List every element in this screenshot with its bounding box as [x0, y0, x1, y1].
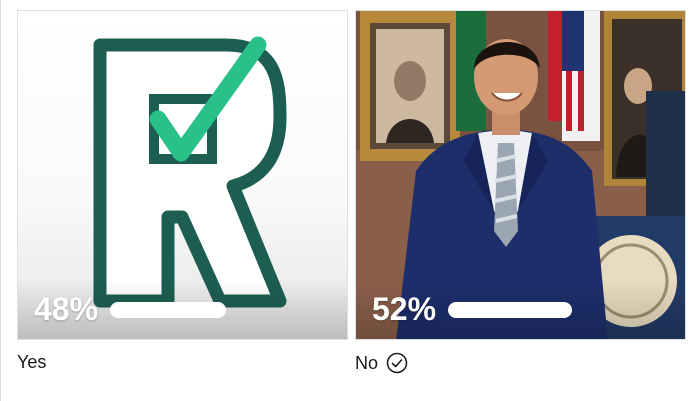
progress-bar: [448, 302, 572, 318]
progress-bar: [110, 302, 226, 318]
poll-option-no[interactable]: 52%: [355, 10, 686, 340]
option-label-yes[interactable]: Yes: [17, 352, 46, 373]
progress-fill: [448, 302, 572, 318]
left-divider: [0, 0, 1, 401]
percent-label: 52%: [372, 290, 437, 327]
option-label-no[interactable]: No: [355, 352, 408, 374]
option-label-text: No: [355, 352, 379, 373]
progress-fill: [110, 302, 226, 318]
result-bar-yes: 48%: [18, 279, 347, 339]
check-circle-icon: [386, 352, 408, 374]
percent-label: 48%: [34, 290, 99, 327]
result-bar-no: 52%: [356, 279, 685, 339]
option-label-text: Yes: [17, 352, 47, 372]
poll-option-yes[interactable]: 48%: [17, 10, 348, 340]
